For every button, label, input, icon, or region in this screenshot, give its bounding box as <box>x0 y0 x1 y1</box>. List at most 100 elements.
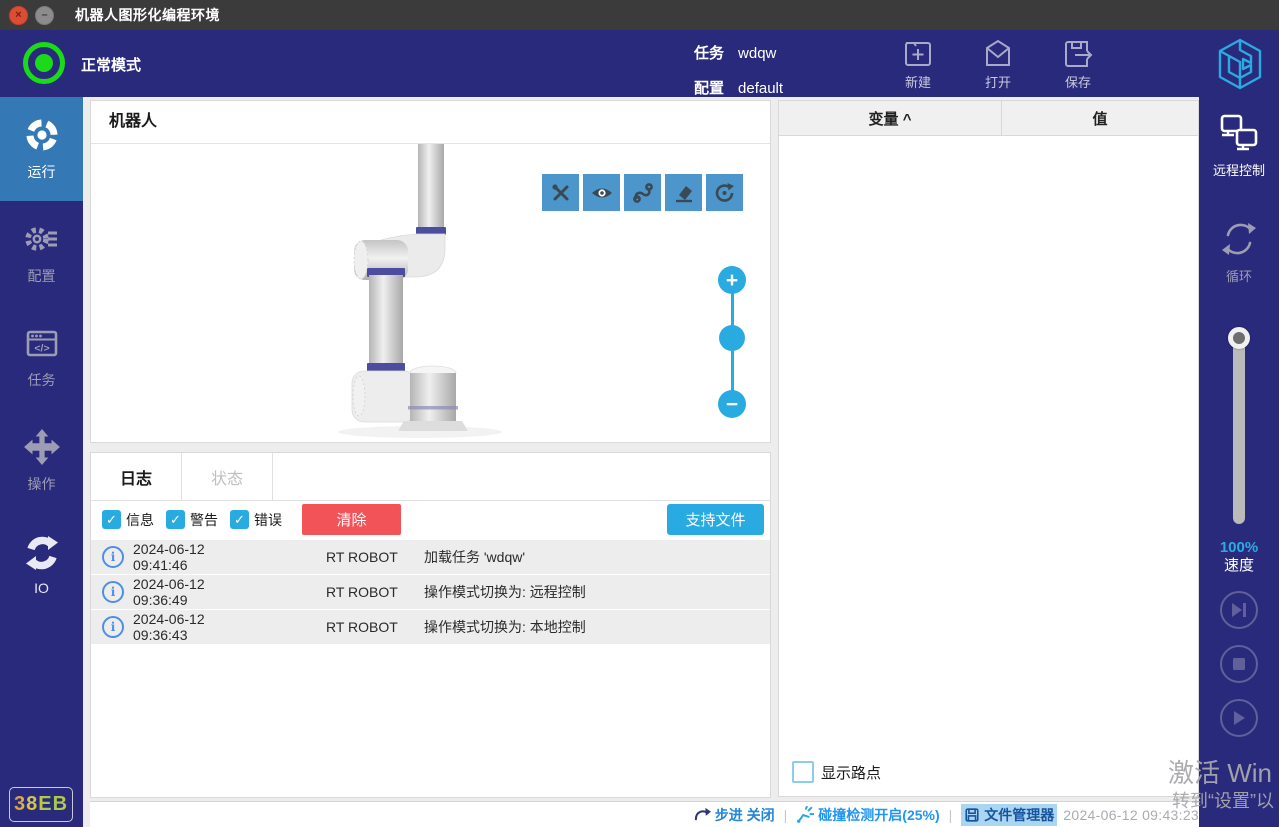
config-label: 配置 <box>694 80 724 97</box>
loop-label: 循环 <box>1226 266 1252 285</box>
checkbox-info[interactable] <box>102 510 121 529</box>
column-value[interactable]: 值 <box>1002 101 1198 135</box>
zoom-in-button[interactable]: + <box>718 266 746 294</box>
zoom-out-button[interactable]: − <box>718 390 746 418</box>
task-row: 任务 wdqw <box>694 36 783 71</box>
column-variable[interactable]: 变量 ^ <box>779 101 1002 135</box>
task-config-block: 任务 wdqw 配置 default <box>694 36 783 106</box>
move-arrows-icon <box>23 428 61 466</box>
tools-button[interactable] <box>542 174 579 211</box>
save-task-button[interactable]: 保存 <box>1046 38 1110 91</box>
config-row: 配置 default <box>694 71 783 106</box>
path-button[interactable] <box>624 174 661 211</box>
config-value: default <box>738 80 783 97</box>
remote-control-button[interactable]: 远程控制 <box>1213 113 1265 179</box>
tab-log[interactable]: 日志 <box>91 453 182 500</box>
save-task-label: 保存 <box>1065 72 1091 91</box>
loop-button[interactable]: 循环 <box>1218 219 1260 285</box>
window-minimize-button[interactable]: – <box>35 6 54 25</box>
mode-label: 正常模式 <box>81 54 141 75</box>
file-manager-icon <box>964 807 980 823</box>
main-area: 机器人 <box>83 97 1199 827</box>
run-icon <box>23 116 61 154</box>
step-next-button[interactable] <box>1220 591 1258 629</box>
tab-status[interactable]: 状态 <box>182 453 273 500</box>
statusbar-timestamp: 2024-06-12 09:43:23 <box>1063 807 1199 823</box>
file-manager-label: 文件管理器 <box>984 805 1054 825</box>
speed-value: 100% <box>1220 539 1258 557</box>
io-swap-icon <box>23 534 61 572</box>
zoom-slider-handle[interactable] <box>719 325 745 351</box>
speed-slider-handle[interactable] <box>1228 327 1250 349</box>
checkbox-error[interactable] <box>230 510 249 529</box>
stop-button[interactable] <box>1220 645 1258 683</box>
window-close-button[interactable]: × <box>9 6 28 25</box>
open-task-button[interactable]: 打开 <box>966 38 1030 91</box>
clear-log-button[interactable]: 清除 <box>302 504 401 535</box>
checkbox-warning-label: 警告 <box>190 510 218 530</box>
new-task-button[interactable]: 新建 <box>886 38 950 91</box>
info-icon: i <box>102 616 124 638</box>
new-task-label: 新建 <box>905 72 931 91</box>
speed-slider <box>1233 328 1245 524</box>
eraser-icon <box>672 181 696 205</box>
reset-view-button[interactable] <box>706 174 743 211</box>
show-waypoints-checkbox[interactable] <box>792 761 814 783</box>
sidebar-item-config-label: 配置 <box>28 266 56 286</box>
log-filter-bar: 信息 警告 错误 清除 支持文件 <box>91 501 770 538</box>
open-file-icon <box>982 38 1014 70</box>
play-button[interactable] <box>1220 699 1258 737</box>
robot-id-badge: 38EB <box>9 787 73 822</box>
visibility-button[interactable] <box>583 174 620 211</box>
info-icon: i <box>102 546 124 568</box>
log-source: RT ROBOT <box>326 584 406 600</box>
robot-panel-title: 机器人 <box>91 101 770 144</box>
reset-rotate-icon <box>713 181 737 205</box>
task-label: 任务 <box>694 45 724 62</box>
sidebar-item-task[interactable]: </> 任务 <box>0 305 83 409</box>
speed-label: 速度 <box>1220 557 1258 575</box>
checkbox-info-label: 信息 <box>126 510 154 530</box>
log-panel: 日志 状态 信息 警告 错误 清除 支持文件 i 2024-06-12 09:4… <box>90 452 771 798</box>
viewport-toolbar <box>542 174 743 211</box>
collision-detect-toggle[interactable]: 碰撞检测开启(25%) <box>796 805 939 825</box>
variables-panel: 变量 ^ 值 显示路点 <box>778 100 1199 797</box>
collision-detect-label: 碰撞检测开启(25%) <box>818 805 939 825</box>
erase-button[interactable] <box>665 174 702 211</box>
sidebar-item-config[interactable]: 配置 <box>0 201 83 305</box>
stop-icon <box>1232 657 1246 671</box>
loop-icon <box>1218 219 1260 259</box>
support-files-button[interactable]: 支持文件 <box>667 504 764 535</box>
log-entries: i 2024-06-12 09:41:46 RT ROBOT 加载任务 'wdq… <box>91 538 770 644</box>
file-manager-button[interactable]: 文件管理器 <box>961 804 1057 826</box>
gear-icon <box>23 220 61 258</box>
sidebar-item-operate[interactable]: 操作 <box>0 409 83 513</box>
sidebar-item-io[interactable]: IO <box>0 513 83 617</box>
robot-3d-viewport[interactable]: + − <box>91 144 770 442</box>
log-source: RT ROBOT <box>326 619 406 635</box>
speed-readout: 100% 速度 <box>1220 539 1258 575</box>
right-sidebar: 远程控制 循环 100% 速度 <box>1199 97 1279 827</box>
code-window-icon: </> <box>23 324 61 362</box>
log-time: 2024-06-12 09:41:46 <box>133 541 261 573</box>
robot-arm-image <box>338 144 528 442</box>
log-source: RT ROBOT <box>326 549 406 565</box>
sidebar-item-run[interactable]: 运行 <box>0 97 83 201</box>
remote-control-label: 远程控制 <box>1213 160 1265 179</box>
checkbox-warning[interactable] <box>166 510 185 529</box>
speed-slider-track[interactable] <box>1233 328 1245 524</box>
task-value: wdqw <box>738 45 776 62</box>
log-row[interactable]: i 2024-06-12 09:41:46 RT ROBOT 加载任务 'wdq… <box>91 540 770 574</box>
sidebar-item-task-label: 任务 <box>28 370 56 390</box>
step-mode-toggle[interactable]: 步进 关闭 <box>694 805 775 825</box>
log-time: 2024-06-12 09:36:49 <box>133 576 261 608</box>
window-titlebar: × – 机器人图形化编程环境 <box>0 0 1279 30</box>
variables-header: 变量 ^ 值 <box>779 101 1198 136</box>
log-row[interactable]: i 2024-06-12 09:36:43 RT ROBOT 操作模式切换为: … <box>91 610 770 644</box>
statusbar-separator: | <box>784 807 788 823</box>
step-mode-label: 步进 关闭 <box>715 805 775 825</box>
log-time: 2024-06-12 09:36:43 <box>133 611 261 643</box>
checkbox-error-label: 错误 <box>254 510 282 530</box>
log-row[interactable]: i 2024-06-12 09:36:49 RT ROBOT 操作模式切换为: … <box>91 575 770 609</box>
statusbar-separator: | <box>949 807 953 823</box>
